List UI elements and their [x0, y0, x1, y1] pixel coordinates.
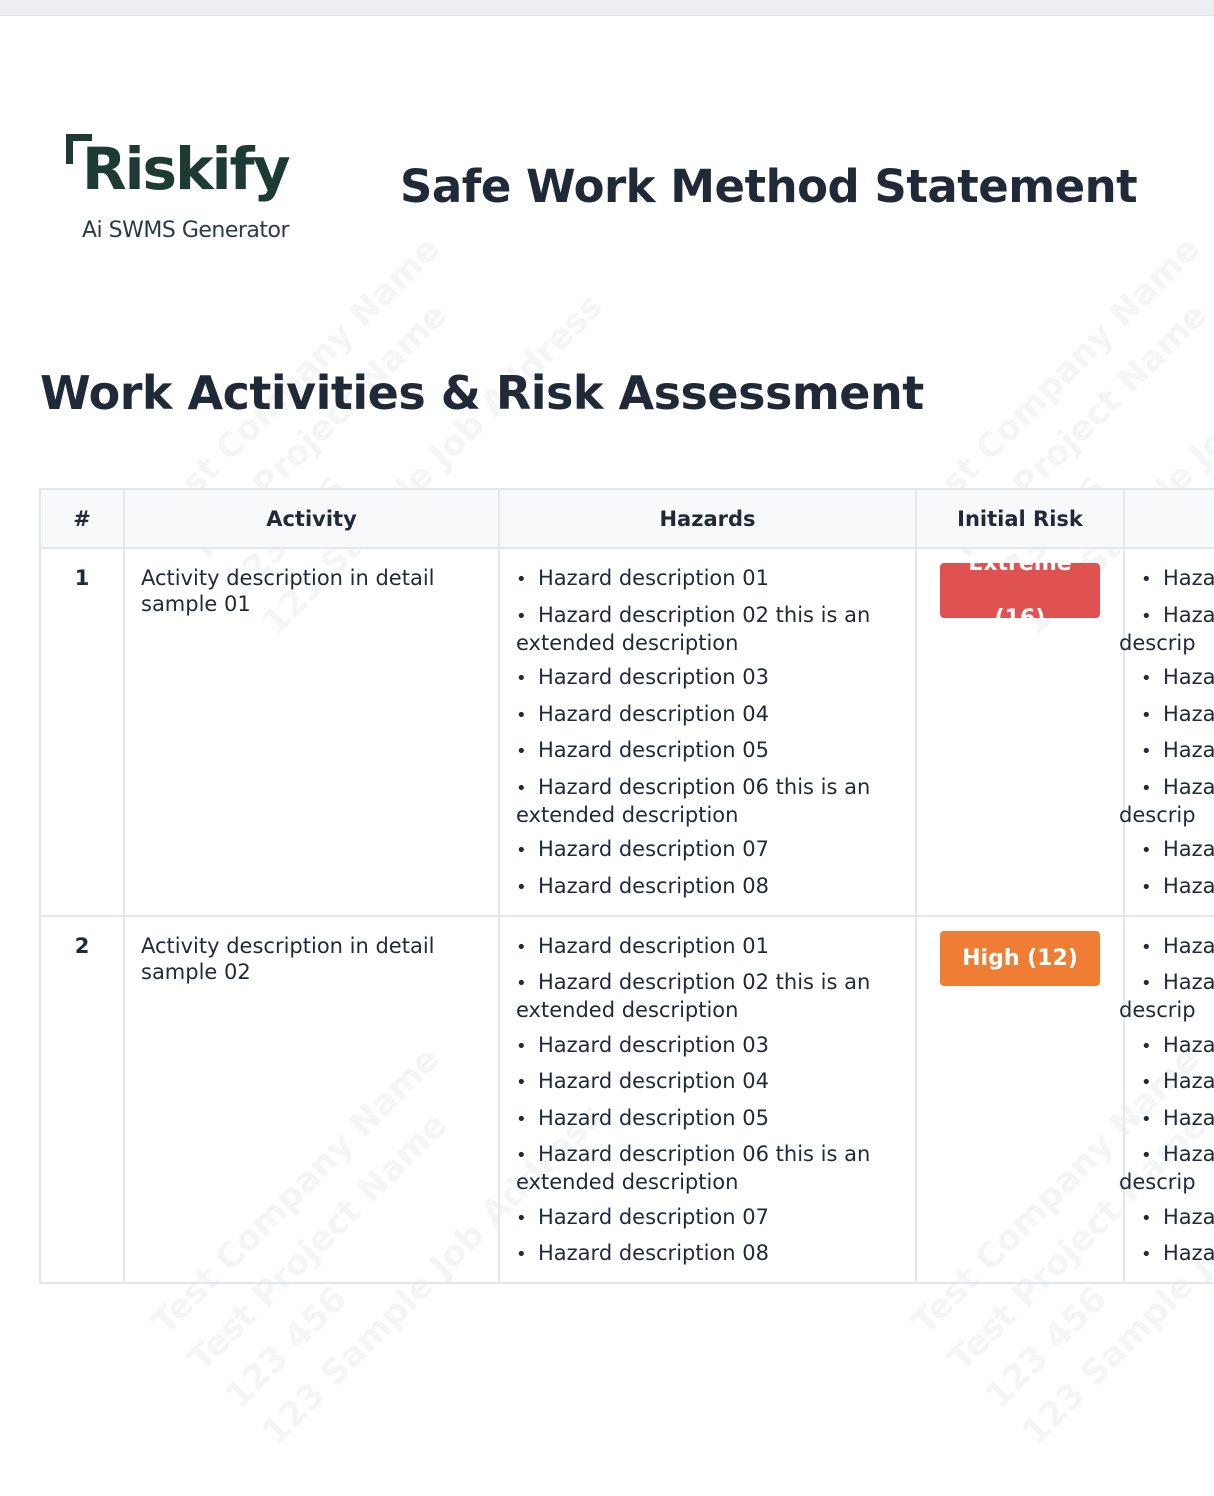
control-item: Haza [1141, 1240, 1214, 1268]
hazard-item: Hazard description 01 [516, 933, 899, 961]
risk-badge-high: High (12) [940, 930, 1100, 986]
control-text-wrap: descrip [1119, 1170, 1196, 1194]
hazard-item: Hazard description 03 [516, 1032, 899, 1060]
table-row: 1 Activity description in detail sample … [39, 547, 1214, 917]
row-number: 2 [39, 914, 125, 1284]
hazard-item: Hazard description 06 this is an extende… [516, 1141, 899, 1195]
control-text: Haza [1163, 1142, 1214, 1166]
column-header-number: # [39, 488, 125, 549]
column-header-activity: Activity [123, 488, 500, 549]
control-item: Haza descrip [1119, 1141, 1214, 1195]
hazards-cell: Hazard description 01 Hazard description… [498, 914, 917, 1284]
hazard-item: Hazard description 01 [516, 565, 899, 593]
control-item: Haza [1141, 701, 1214, 729]
risk-assessment-table: # Activity Hazards Initial Risk 1 Activi… [39, 488, 1214, 1284]
control-item: Haza [1141, 1105, 1214, 1133]
control-list: Haza Haza descrip Haza Haza Haza Haza desc… [1119, 933, 1214, 1269]
control-item: Haza descrip [1119, 602, 1214, 656]
control-item: Haza [1141, 1204, 1214, 1232]
column-header-initial-risk: Initial Risk [915, 488, 1125, 549]
risk-badge-label: Extreme (16) [968, 563, 1072, 618]
table-header-row: # Activity Hazards Initial Risk [39, 488, 1214, 549]
watermark-line: Test Company Name [904, 229, 1208, 533]
table-row: 2 Activity description in detail sample … [39, 914, 1214, 1284]
control-item: Haza [1141, 737, 1214, 765]
hazard-item: Hazard description 02 this is an extende… [516, 602, 899, 656]
control-text: Haza [1163, 774, 1214, 799]
riskify-logo: Riskify Ai SWMS Generator [64, 130, 314, 255]
control-item: Haza [1141, 933, 1214, 961]
hazard-item: Hazard description 02 this is an extende… [516, 969, 899, 1023]
logo-wordmark: Riskify [82, 135, 291, 203]
hazard-item: Hazard description 08 [516, 873, 899, 901]
hazard-item: Hazard description 08 [516, 1240, 899, 1268]
activity-description: Activity description in detail sample 01 [123, 547, 500, 917]
hazard-list: Hazard description 01 Hazard description… [516, 565, 899, 901]
hazard-item: Hazard description 03 [516, 664, 899, 692]
hazard-item: Hazard description 04 [516, 701, 899, 729]
control-list: Haza Haza descrip Haza Haza Haza Haza desc… [1119, 565, 1214, 901]
next-column-cell: Haza Haza descrip Haza Haza Haza Haza desc… [1119, 914, 1214, 1284]
hazard-item: Hazard description 05 [516, 737, 899, 765]
control-item: Haza descrip [1119, 774, 1214, 828]
control-item: Haza [1141, 1068, 1214, 1096]
hazard-item: Hazard description 07 [516, 1204, 899, 1232]
column-header-next [1123, 488, 1214, 549]
control-text-wrap: descrip [1119, 630, 1196, 655]
hazard-item: Hazard description 05 [516, 1105, 899, 1133]
initial-risk-cell: High (12) [915, 914, 1125, 1284]
document-title: Safe Work Method Statement [400, 160, 1138, 213]
hazard-item: Hazard description 07 [516, 836, 899, 864]
control-item: Haza [1141, 873, 1214, 901]
control-item: Haza descrip [1119, 969, 1214, 1023]
row-number: 1 [39, 547, 125, 917]
control-item: Haza [1141, 664, 1214, 692]
top-bar [0, 0, 1214, 16]
hazard-item: Hazard description 06 this is an extende… [516, 774, 899, 828]
control-text-wrap: descrip [1119, 998, 1196, 1022]
logo-tagline: Ai SWMS Generator [82, 218, 290, 243]
control-text: Haza [1163, 602, 1214, 627]
activity-description: Activity description in detail sample 02 [123, 914, 500, 1284]
section-title: Work Activities & Risk Assessment [40, 366, 924, 420]
control-text-wrap: descrip [1119, 802, 1196, 827]
control-text: Haza [1163, 970, 1214, 994]
control-item: Haza [1141, 565, 1214, 593]
control-item: Haza [1141, 1032, 1214, 1060]
hazard-list: Hazard description 01 Hazard description… [516, 933, 899, 1269]
column-header-hazards: Hazards [498, 488, 917, 549]
hazards-cell: Hazard description 01 Hazard description… [498, 547, 917, 917]
next-column-cell: Haza Haza descrip Haza Haza Haza Haza desc… [1119, 547, 1214, 917]
risk-table-container: # Activity Hazards Initial Risk 1 Activi… [39, 488, 1214, 1284]
risk-badge-extreme: Extreme (16) [940, 563, 1100, 618]
initial-risk-cell: Extreme (16) [915, 547, 1125, 917]
control-item: Haza [1141, 836, 1214, 864]
hazard-item: Hazard description 04 [516, 1068, 899, 1096]
